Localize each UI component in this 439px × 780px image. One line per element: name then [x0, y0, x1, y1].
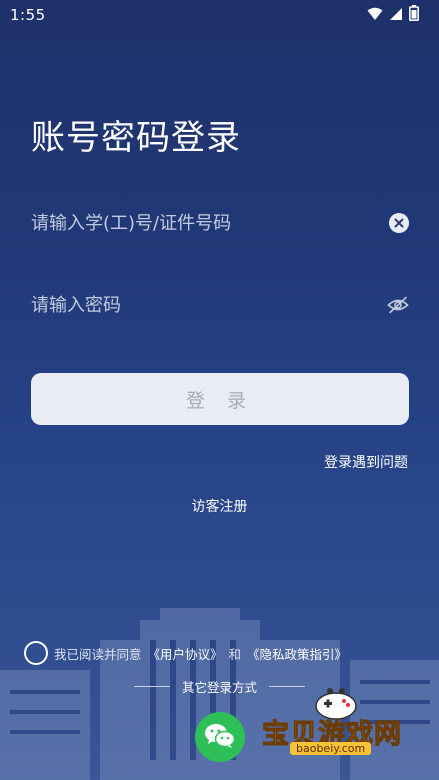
watermark-logo: 宝贝游戏网 baobeiy.com	[262, 686, 412, 766]
signal-icon	[389, 6, 403, 25]
clear-icon[interactable]	[389, 213, 409, 233]
password-field	[31, 285, 409, 325]
other-login-label: 其它登录方式	[181, 680, 257, 695]
battery-icon	[409, 5, 419, 25]
divider-line-left	[133, 686, 170, 687]
agreement-row: 我已阅读并同意 《用户协议》 和 《隐私政策指引》	[24, 640, 347, 666]
status-icons	[367, 5, 419, 25]
login-screen: 1:55 账号密码登录 请输入学(工)号/证件号码 登 录 登录遇到问题 访客注…	[0, 0, 439, 780]
account-input[interactable]	[31, 212, 389, 234]
agreement-radio[interactable]	[24, 641, 48, 665]
wechat-login-button[interactable]	[195, 712, 245, 762]
wechat-icon	[204, 722, 236, 753]
eye-hidden-icon[interactable]	[387, 294, 409, 316]
guest-register-link[interactable]: 访客注册	[0, 496, 439, 516]
watermark-url: baobeiy.com	[290, 742, 372, 755]
agreement-conjunction: 和	[228, 646, 242, 662]
account-field	[31, 203, 409, 243]
status-time: 1:55	[10, 6, 46, 24]
status-bar: 1:55	[0, 0, 439, 30]
privacy-policy-link[interactable]: 《隐私政策指引》	[247, 644, 347, 663]
login-button[interactable]: 登 录	[31, 373, 409, 425]
page-title: 账号密码登录	[31, 118, 241, 158]
wifi-icon	[367, 6, 383, 25]
agreement-prefix: 我已阅读并同意	[54, 646, 142, 662]
password-input[interactable]	[31, 294, 387, 316]
login-trouble-link[interactable]: 登录遇到问题	[324, 452, 408, 472]
user-agreement-link[interactable]: 《用户协议》	[148, 644, 223, 663]
